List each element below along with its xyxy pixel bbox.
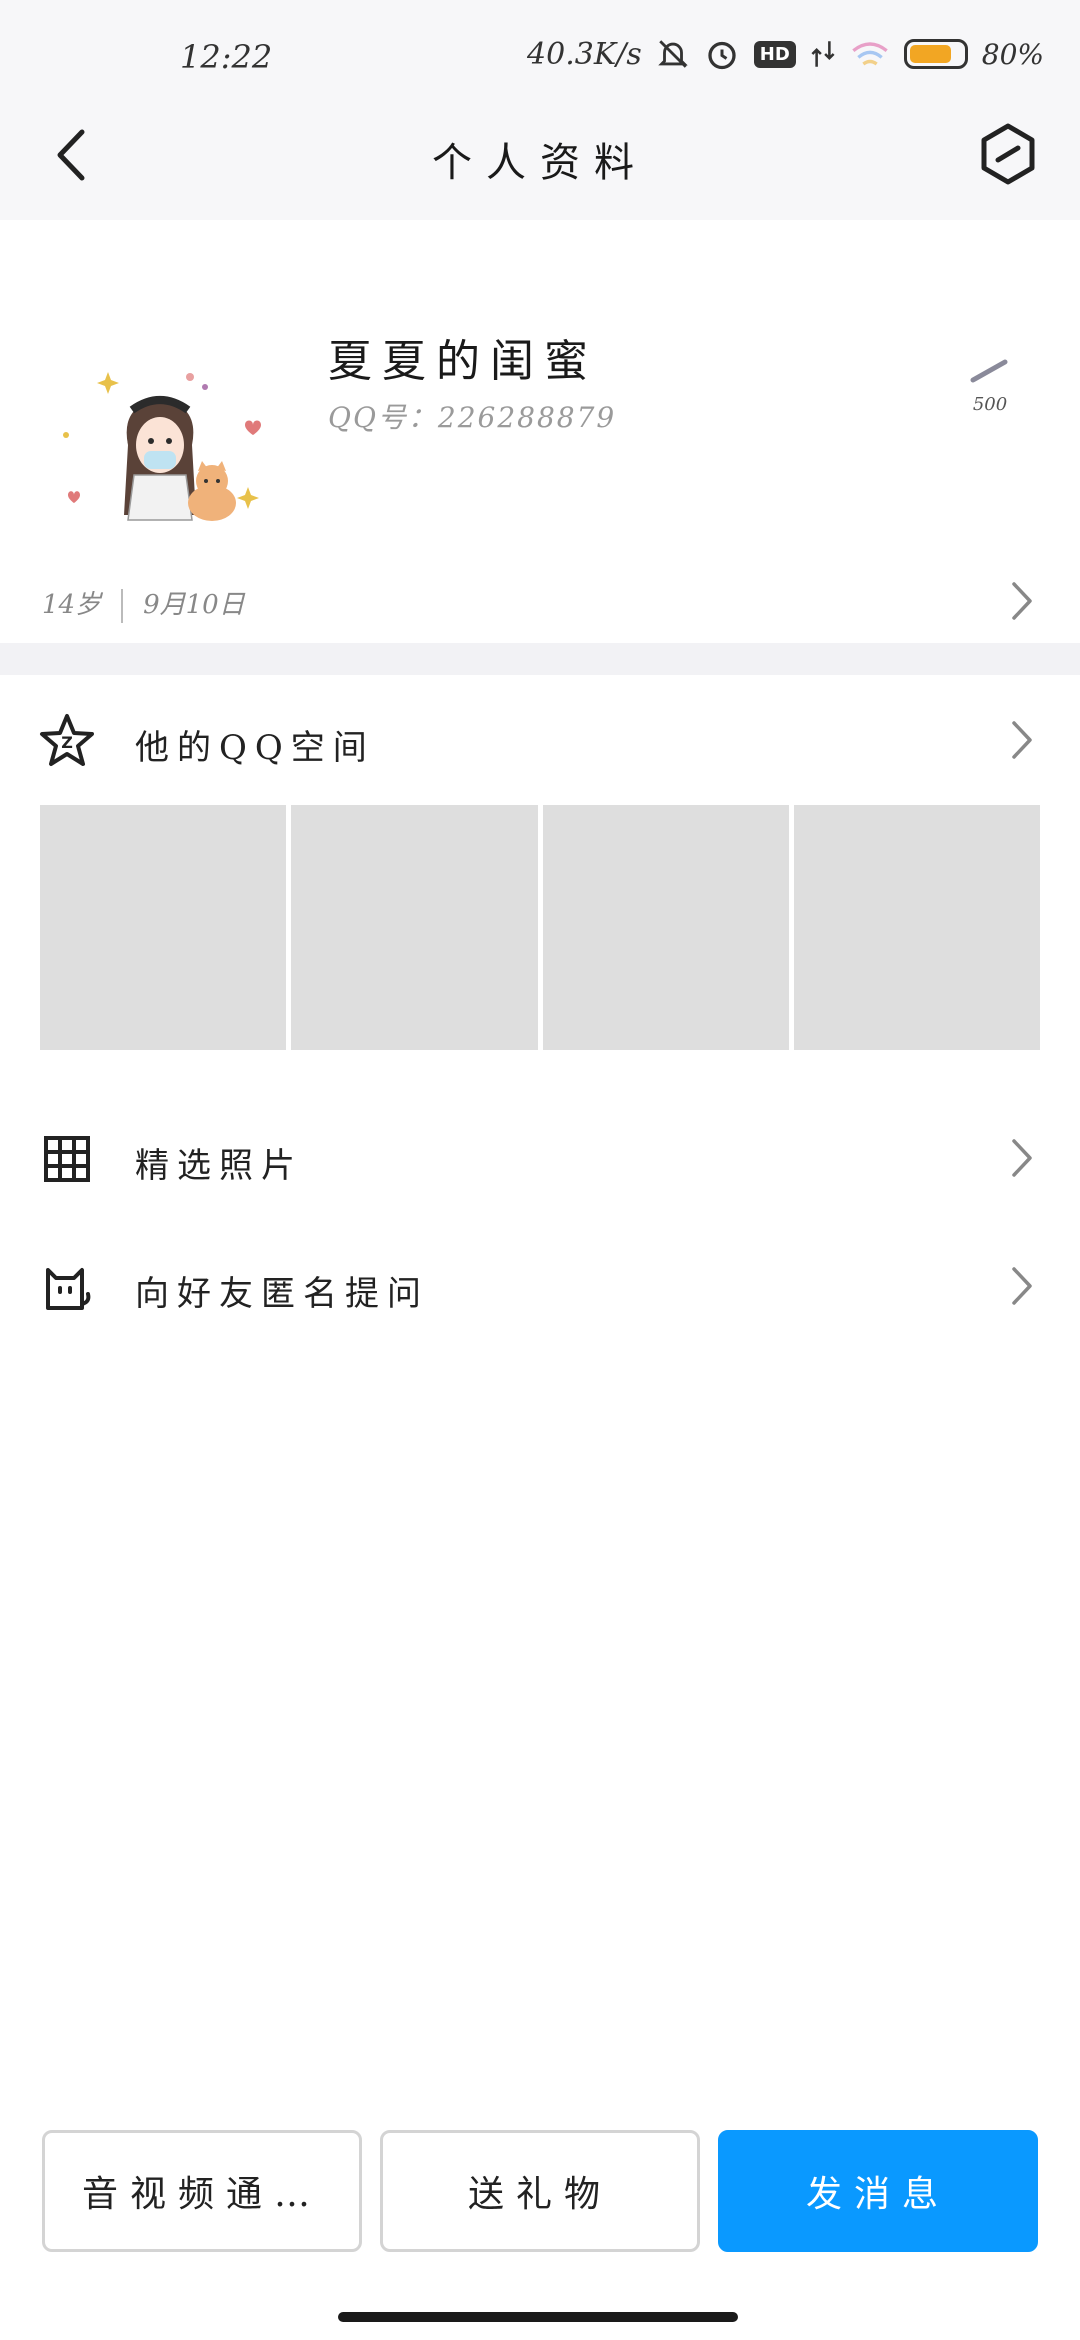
battery-percent: 80% — [981, 37, 1044, 71]
status-time: 12:22 — [180, 38, 273, 76]
qzone-label: 他的QQ空间 — [135, 728, 375, 768]
info-separator — [121, 589, 124, 623]
qzone-photo[interactable] — [542, 805, 789, 1050]
network-speed: 40.3K/s — [527, 36, 642, 72]
chevron-right-icon — [1012, 582, 1032, 620]
qzone-star-icon: Z — [40, 714, 94, 766]
avatar[interactable] — [50, 295, 270, 525]
hd-icon: HD — [753, 40, 796, 68]
qzone-photo-grid — [40, 805, 1040, 1050]
svg-text:Z: Z — [61, 733, 73, 752]
qzone-photo[interactable] — [40, 805, 287, 1050]
chevron-right-icon — [1012, 1267, 1032, 1305]
signal-4g-icon — [811, 41, 835, 67]
grid-icon — [44, 1136, 90, 1182]
send-message-button[interactable]: 发消息 — [718, 2130, 1038, 2252]
profile-card: 夏夏的闺蜜 QQ号：226288879 500 14岁 9月10日 — [0, 220, 1080, 640]
qq-number: QQ号：226288879 — [328, 401, 617, 434]
qzone-photo[interactable] — [793, 805, 1040, 1050]
hexagon-settings-icon[interactable] — [972, 118, 1044, 190]
bottom-action-bar: 音视频通… 送礼物 发消息 — [0, 2130, 1080, 2252]
chevron-right-icon — [1012, 721, 1032, 759]
likes-count: 500 — [972, 394, 1008, 415]
basic-info-row[interactable]: 14岁 9月10日 — [0, 540, 1080, 640]
battery-fill — [909, 45, 952, 63]
home-indicator[interactable] — [338, 2312, 738, 2322]
qzone-photo[interactable] — [291, 805, 538, 1050]
thumb-like-icon — [970, 359, 1008, 383]
qzone-row[interactable]: Z 他的QQ空间 — [0, 680, 1080, 800]
age-text: 14岁 — [42, 590, 102, 620]
section-divider — [0, 643, 1080, 675]
basic-info-text: 14岁 9月10日 — [42, 584, 245, 623]
page-title: 个人资料 — [432, 140, 648, 186]
chevron-right-icon — [1012, 1139, 1032, 1177]
anonymous-question-row[interactable]: 向好友匿名提问 — [0, 1226, 1080, 1346]
video-call-button[interactable]: 音视频通… — [42, 2130, 362, 2252]
nickname: 夏夏的闺蜜 — [328, 336, 598, 387]
status-bar: 12:22 40.3K/s HD 80% — [0, 0, 1080, 90]
featured-photos-row[interactable]: 精选照片 — [0, 1098, 1080, 1218]
anonymous-question-label: 向好友匿名提问 — [135, 1274, 429, 1314]
battery-icon — [903, 39, 968, 69]
status-icons: 40.3K/s HD 80% — [527, 36, 1044, 72]
birthday-text: 9月10日 — [143, 590, 245, 620]
title-bar: 个人资料 — [0, 90, 1080, 220]
cat-box-icon — [46, 1268, 91, 1310]
featured-photos-label: 精选照片 — [135, 1146, 303, 1186]
likes-button[interactable]: 500 — [960, 350, 1020, 415]
mute-bell-icon — [657, 40, 688, 68]
wifi-icon — [852, 42, 888, 66]
send-gift-button[interactable]: 送礼物 — [380, 2130, 700, 2252]
alarm-icon — [708, 41, 736, 70]
